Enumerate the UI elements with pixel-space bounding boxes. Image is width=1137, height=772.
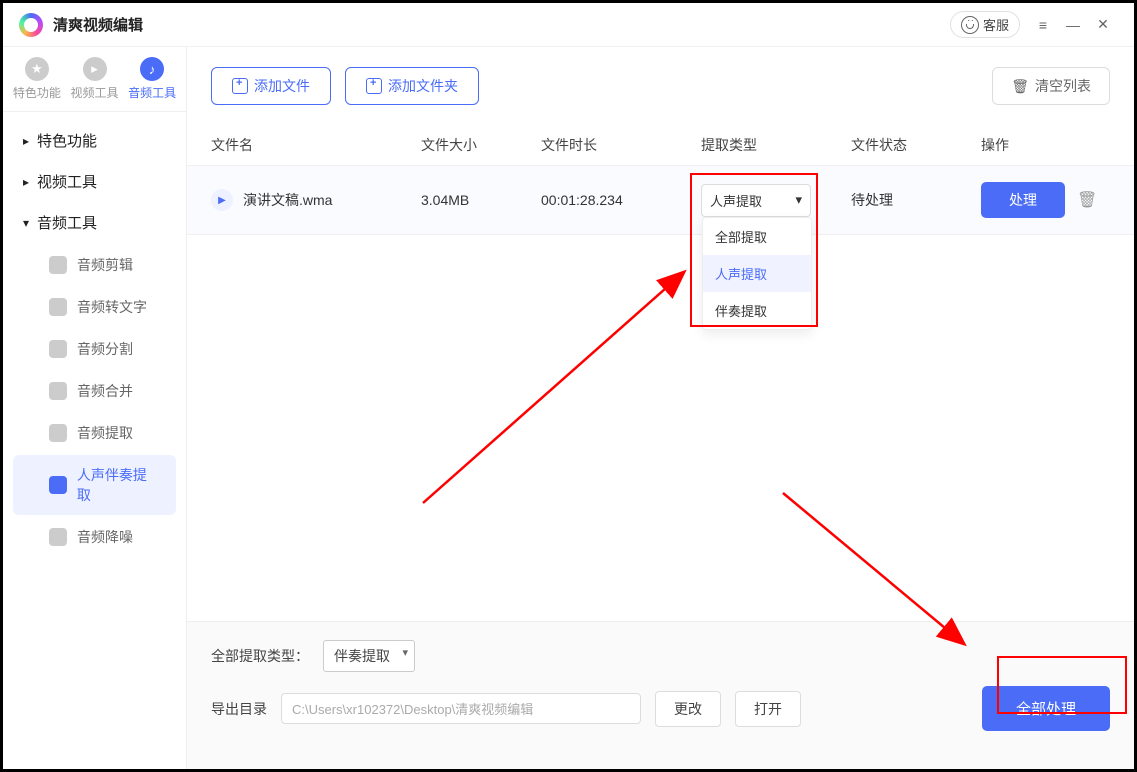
nav-item-audio-cut[interactable]: 音频剪辑 bbox=[13, 245, 176, 285]
col-duration: 文件时长 bbox=[541, 135, 701, 155]
top-tab-label: 音频工具 bbox=[128, 84, 176, 101]
chevron-down-icon: ▾ bbox=[795, 192, 802, 208]
minimize-icon[interactable]: — bbox=[1058, 10, 1088, 40]
trash-icon: 🗑 bbox=[1011, 78, 1029, 95]
mic-icon bbox=[49, 298, 67, 316]
smile-icon bbox=[961, 16, 979, 34]
export-path-label: 导出目录 bbox=[211, 699, 267, 719]
cut-icon bbox=[49, 256, 67, 274]
file-duration: 00:01:28.234 bbox=[541, 192, 701, 208]
sidebar: ★ 特色功能 ▸ 视频工具 ♪ 音频工具 特色功能 视频工具 音频工具 音频剪辑… bbox=[3, 47, 187, 769]
app-logo-icon bbox=[19, 13, 43, 37]
dropdown-option-all[interactable]: 全部提取 bbox=[703, 218, 811, 255]
nav-tree: 特色功能 视频工具 音频工具 音频剪辑 音频转文字 音频分割 音频合并 音频提取… bbox=[3, 112, 186, 567]
top-tab-audio[interactable]: ♪ 音频工具 bbox=[124, 57, 180, 101]
folder-plus-icon bbox=[366, 78, 382, 94]
nav-item-vocal-extract[interactable]: 人声伴奏提取 bbox=[13, 455, 176, 515]
add-file-button[interactable]: 添加文件 bbox=[211, 67, 331, 105]
nav-item-audio-split[interactable]: 音频分割 bbox=[13, 329, 176, 369]
title-bar: 清爽视频编辑 客服 ≡ — ✕ bbox=[3, 3, 1134, 47]
top-tab-label: 特色功能 bbox=[13, 84, 61, 101]
open-path-button[interactable]: 打开 bbox=[735, 691, 801, 727]
table-row: ▶ 演讲文稿.wma 3.04MB 00:01:28.234 人声提取 ▾ 全部… bbox=[187, 166, 1134, 235]
extract-type-select[interactable]: 人声提取 ▾ 全部提取 人声提取 伴奏提取 bbox=[701, 184, 811, 217]
close-icon[interactable]: ✕ bbox=[1088, 10, 1118, 40]
customer-service-label: 客服 bbox=[983, 15, 1009, 34]
top-tabs: ★ 特色功能 ▸ 视频工具 ♪ 音频工具 bbox=[3, 47, 186, 112]
nav-item-audio-to-text[interactable]: 音频转文字 bbox=[13, 287, 176, 327]
change-path-button[interactable]: 更改 bbox=[655, 691, 721, 727]
all-type-select[interactable]: 伴奏提取 bbox=[323, 640, 415, 672]
nav-group-video[interactable]: 视频工具 bbox=[7, 161, 182, 202]
extract-icon bbox=[49, 424, 67, 442]
nav-group-audio[interactable]: 音频工具 bbox=[7, 202, 182, 243]
merge-icon bbox=[49, 382, 67, 400]
clear-list-button[interactable]: 🗑清空列表 bbox=[992, 67, 1110, 105]
col-name: 文件名 bbox=[211, 135, 421, 155]
delete-icon[interactable]: 🗑 bbox=[1077, 190, 1097, 210]
col-status: 文件状态 bbox=[851, 135, 981, 155]
extract-type-dropdown: 全部提取 人声提取 伴奏提取 bbox=[702, 217, 812, 330]
main-panel: 添加文件 添加文件夹 🗑清空列表 文件名 文件大小 文件时长 提取类型 文件状态… bbox=[187, 47, 1134, 769]
table-header: 文件名 文件大小 文件时长 提取类型 文件状态 操作 bbox=[187, 125, 1134, 166]
all-type-label: 全部提取类型： bbox=[211, 646, 309, 666]
vocal-icon bbox=[49, 476, 67, 494]
nav-item-audio-extract[interactable]: 音频提取 bbox=[13, 413, 176, 453]
dropdown-option-accomp[interactable]: 伴奏提取 bbox=[703, 292, 811, 329]
play-icon[interactable]: ▶ bbox=[211, 189, 233, 211]
file-status: 待处理 bbox=[851, 190, 981, 210]
customer-service-button[interactable]: 客服 bbox=[950, 11, 1020, 38]
extract-type-value: 人声提取 bbox=[710, 191, 762, 210]
col-size: 文件大小 bbox=[421, 135, 541, 155]
top-tab-video[interactable]: ▸ 视频工具 bbox=[67, 57, 123, 101]
nav-item-audio-denoise[interactable]: 音频降噪 bbox=[13, 517, 176, 557]
top-tab-label: 视频工具 bbox=[71, 84, 119, 101]
col-operation: 操作 bbox=[981, 135, 1110, 155]
process-button[interactable]: 处理 bbox=[981, 182, 1065, 218]
toolbar: 添加文件 添加文件夹 🗑清空列表 bbox=[187, 47, 1134, 125]
nav-group-special[interactable]: 特色功能 bbox=[7, 120, 182, 161]
footer: 全部提取类型： 伴奏提取 导出目录 更改 打开 全部处理 bbox=[187, 621, 1134, 769]
video-icon: ▸ bbox=[83, 57, 107, 81]
star-icon: ★ bbox=[25, 57, 49, 81]
dropdown-option-vocal[interactable]: 人声提取 bbox=[703, 255, 811, 292]
add-folder-button[interactable]: 添加文件夹 bbox=[345, 67, 479, 105]
file-plus-icon bbox=[232, 78, 248, 94]
app-title: 清爽视频编辑 bbox=[53, 14, 143, 35]
file-name: 演讲文稿.wma bbox=[243, 190, 332, 210]
col-type: 提取类型 bbox=[701, 135, 851, 155]
nav-item-audio-merge[interactable]: 音频合并 bbox=[13, 371, 176, 411]
menu-icon[interactable]: ≡ bbox=[1028, 10, 1058, 40]
music-icon: ♪ bbox=[140, 57, 164, 81]
file-size: 3.04MB bbox=[421, 192, 541, 208]
top-tab-special[interactable]: ★ 特色功能 bbox=[9, 57, 65, 101]
split-icon bbox=[49, 340, 67, 358]
process-all-button[interactable]: 全部处理 bbox=[982, 686, 1110, 731]
denoise-icon bbox=[49, 528, 67, 546]
export-path-input[interactable] bbox=[281, 693, 641, 724]
